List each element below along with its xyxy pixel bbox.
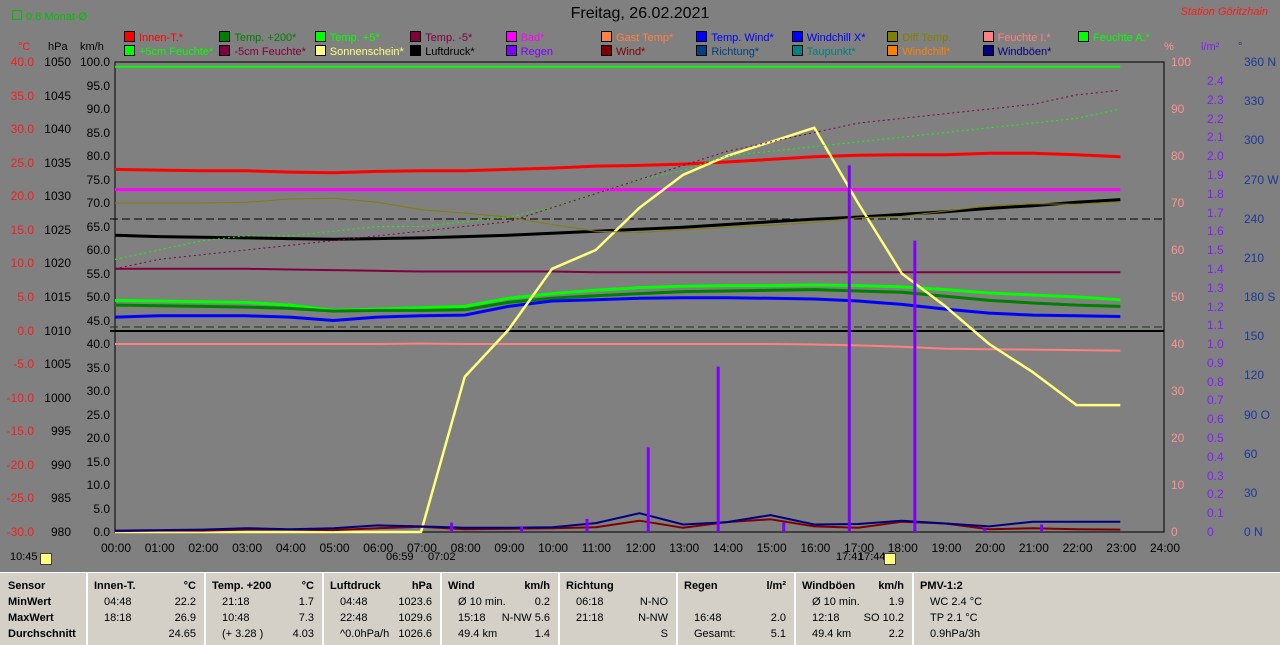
table-divider <box>558 573 560 645</box>
rain-bar <box>913 240 917 532</box>
table-unit-innen: °C <box>183 580 196 592</box>
table-unit-wind: km/h <box>524 580 550 592</box>
table-divider <box>440 573 442 645</box>
stats-table: Sensor MinWert MaxWert Durchschnitt Innen-T.… <box>0 572 1280 645</box>
plot-area <box>110 61 1165 534</box>
table-header-richtung: Richtung <box>566 580 614 592</box>
table-row-label: Durchschnitt <box>8 628 76 640</box>
table-header-wind: Wind <box>448 580 475 592</box>
table-unit-regen: l/m² <box>766 580 786 592</box>
rain-bar <box>847 165 851 532</box>
table-divider <box>322 573 324 645</box>
table-cell-value: S <box>660 628 668 640</box>
table-cell-value: 24.65 <box>168 628 196 640</box>
table-cell-value: 5.1 <box>770 628 786 640</box>
table-header-regen: Regen <box>684 580 718 592</box>
rain-bar <box>646 447 650 532</box>
rain-bar <box>716 366 720 532</box>
table-divider <box>86 573 88 645</box>
table-cell-value: 1023.6 <box>398 596 432 608</box>
table-cell-value: 1026.6 <box>398 628 432 640</box>
table-cell-value: 1.4 <box>534 628 550 640</box>
table-cell-value: SO 10.2 <box>863 612 904 624</box>
table-divider <box>794 573 796 645</box>
sun-time-rise2: 07:02 <box>428 551 456 563</box>
sun-time-left: 10:45 <box>10 551 38 563</box>
table-cell-value: 7.3 <box>298 612 314 624</box>
table-row-label: MaxWert <box>8 612 54 624</box>
table-cell-time: 0.9hPa/3h <box>930 628 981 640</box>
table-cell-value: 0.2 <box>534 596 550 608</box>
table-cell-value: 1.9 <box>888 596 904 608</box>
table-divider <box>912 573 914 645</box>
sun-time-set2: 17:44 <box>858 551 886 563</box>
table-cell-value: 26.9 <box>174 612 196 624</box>
table-header-luftdruck: Luftdruck <box>330 580 381 592</box>
table-header-innen: Innen-T. <box>94 580 136 592</box>
rain-bar <box>1040 524 1044 532</box>
sun-time-rise: 06:59 <box>386 551 414 563</box>
table-row-label: MinWert <box>8 596 52 608</box>
table-unit-windboeen: km/h <box>878 580 904 592</box>
table-header-pmv: PMV-1:2 <box>920 580 963 592</box>
table-cell-value: 1029.6 <box>398 612 432 624</box>
table-header-sensor: Sensor <box>8 580 46 592</box>
table-cell-value: 4.03 <box>292 628 314 640</box>
sun-icon <box>40 553 52 565</box>
table-cell-value: 2.0 <box>770 612 786 624</box>
sun-icon <box>884 553 896 565</box>
rain-bar <box>782 522 786 532</box>
table-cell-value: 1.7 <box>298 596 314 608</box>
rain-bar <box>983 528 987 532</box>
table-cell-value: N-NW 5.6 <box>501 612 550 624</box>
table-unit-luftdruck: hPa <box>411 580 432 592</box>
table-divider <box>676 573 678 645</box>
rain-bar <box>585 518 589 532</box>
table-cell-time: WC 2.4 °C <box>930 596 983 608</box>
rain-bar <box>450 522 454 532</box>
table-cell-value: N-NO <box>639 596 668 608</box>
table-cell-value: N-NW <box>638 612 668 624</box>
rain-bar <box>519 526 523 532</box>
table-unit-temp200: °C <box>301 580 314 592</box>
table-divider <box>204 573 206 645</box>
table-cell-time: TP 2.1 °C <box>930 612 978 624</box>
table-cell-value: 22.2 <box>174 596 196 608</box>
table-cell-value: 2.2 <box>888 628 904 640</box>
